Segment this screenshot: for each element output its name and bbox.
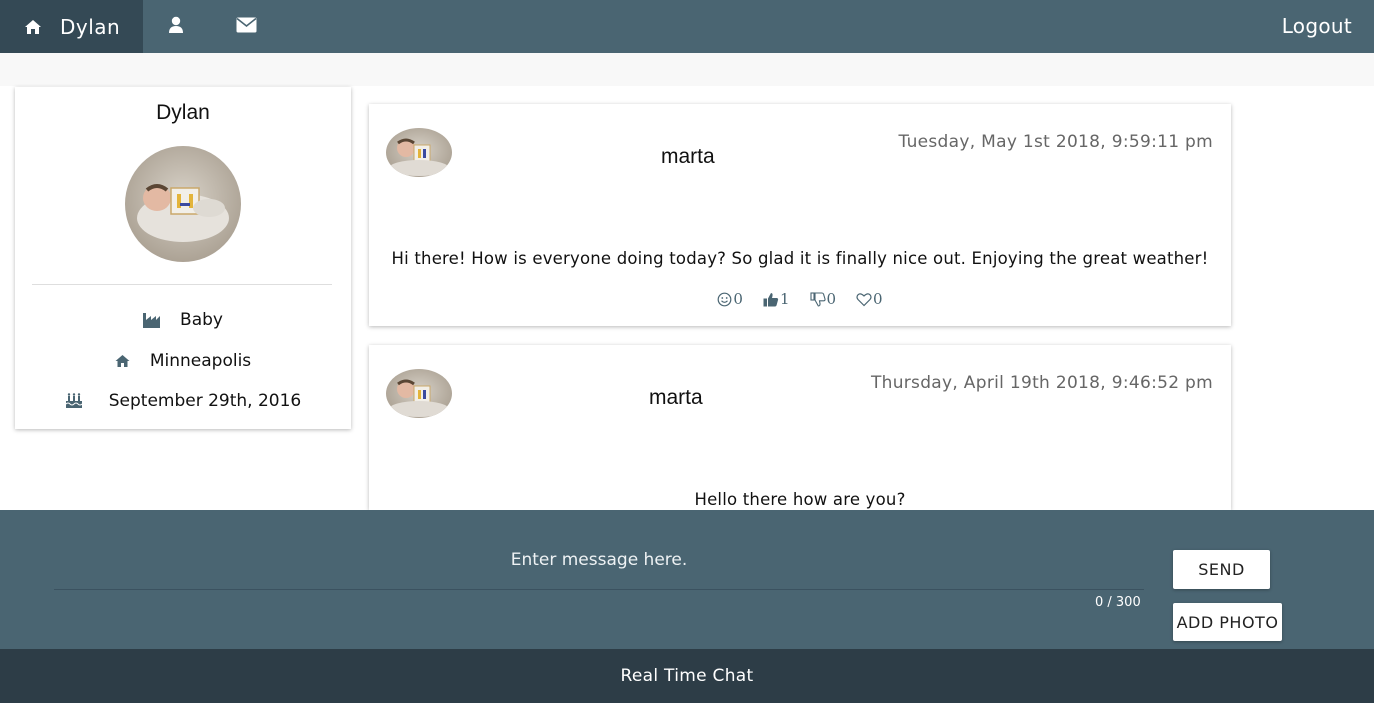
- nav-messages-link[interactable]: [211, 0, 281, 53]
- birthday-cake-icon: [65, 393, 83, 409]
- industry-icon: [143, 312, 161, 328]
- post-author-avatar[interactable]: [386, 369, 452, 418]
- post-author[interactable]: marta: [649, 386, 703, 410]
- post-author-avatar[interactable]: [386, 128, 452, 177]
- dislike-count: 0: [826, 290, 837, 308]
- profile-card: Dylan Baby Minneapolis September 29th, 2…: [15, 87, 351, 429]
- sub-bar: [0, 53, 1374, 86]
- heart-icon: [856, 292, 872, 306]
- profile-avatar: [125, 146, 241, 262]
- profile-name: Dylan: [156, 101, 210, 124]
- post-author[interactable]: marta: [661, 145, 715, 169]
- message-input[interactable]: [54, 530, 1144, 590]
- character-counter: 0 / 300: [1095, 595, 1141, 610]
- nav-user-name: Dylan: [60, 14, 121, 39]
- like-reaction-button[interactable]: 1: [763, 290, 790, 308]
- nav-home-link[interactable]: Dylan: [0, 0, 143, 53]
- thumbs-up-icon: [763, 292, 779, 306]
- profile-divider: [32, 284, 332, 285]
- like-count: 1: [779, 290, 790, 308]
- post-date: Tuesday, May 1st 2018, 9:59:11 pm: [898, 132, 1213, 152]
- post-date: Thursday, April 19th 2018, 9:46:52 pm: [870, 373, 1213, 393]
- home-icon: [24, 18, 42, 36]
- user-icon: [168, 16, 184, 38]
- send-button[interactable]: SEND: [1173, 550, 1270, 589]
- love-count: 0: [873, 290, 883, 308]
- top-nav: Dylan Logout: [0, 0, 1374, 53]
- thumbs-down-icon: [809, 291, 826, 307]
- post-body: Hello there how are you?: [694, 490, 906, 509]
- profile-occupation-row: Baby: [15, 310, 351, 330]
- profile-birthday: September 29th, 2016: [108, 391, 302, 411]
- dislike-reaction-button[interactable]: 0: [809, 290, 837, 308]
- profile-birthday-row: September 29th, 2016: [15, 391, 351, 411]
- love-reaction-button[interactable]: 0: [856, 290, 883, 308]
- envelope-icon: [236, 17, 257, 37]
- footer-title: Real Time Chat: [620, 666, 754, 686]
- footer: Real Time Chat: [0, 649, 1374, 703]
- message-composer: 0 / 300 SEND ADD PHOTO: [0, 510, 1374, 649]
- profile-location-row: Minneapolis: [15, 351, 351, 371]
- profile-occupation: Baby: [180, 310, 223, 330]
- profile-location: Minneapolis: [149, 351, 252, 371]
- home-icon: [115, 354, 130, 368]
- smile-reaction-button[interactable]: 0: [717, 290, 743, 308]
- post-card: marta Tuesday, May 1st 2018, 9:59:11 pm …: [369, 104, 1231, 326]
- add-photo-button[interactable]: ADD PHOTO: [1173, 603, 1282, 641]
- logout-link[interactable]: Logout: [1282, 14, 1352, 38]
- nav-profile-link[interactable]: [141, 0, 211, 53]
- smile-count: 0: [733, 290, 743, 308]
- smile-icon: [718, 292, 732, 306]
- post-card: marta Thursday, April 19th 2018, 9:46:52…: [369, 345, 1231, 510]
- post-body: Hi there! How is everyone doing today? S…: [391, 249, 1209, 268]
- post-reactions: 0 1 0 0: [369, 290, 1231, 308]
